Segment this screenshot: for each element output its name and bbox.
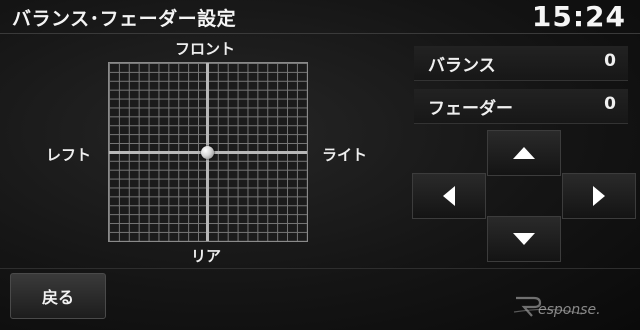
- fader-front-button[interactable]: [487, 130, 561, 176]
- fader-rear-button[interactable]: [487, 216, 561, 262]
- clock: 15:24: [531, 0, 626, 33]
- header-divider: [0, 33, 640, 34]
- left-label: レフト: [46, 146, 92, 164]
- balance-fader-screen: バランス･フェーダー設定 15:24 フロント リア レフト ライト バランス …: [0, 0, 640, 330]
- fader-row: フェーダー 0: [414, 89, 628, 124]
- arrow-right-icon: [593, 186, 605, 206]
- balance-right-button[interactable]: [562, 173, 636, 219]
- fader-label: フェーダー: [428, 99, 513, 119]
- balance-value: 0: [604, 51, 616, 71]
- arrow-up-icon: [513, 147, 535, 159]
- arrow-left-icon: [443, 186, 455, 206]
- footer-divider: [0, 268, 640, 269]
- right-label: ライト: [322, 146, 368, 164]
- balance-fader-grid[interactable]: [108, 62, 308, 242]
- balance-left-button[interactable]: [412, 173, 486, 219]
- position-knob[interactable]: [201, 146, 214, 159]
- front-label: フロント: [175, 40, 236, 58]
- back-button[interactable]: 戻る: [10, 273, 106, 319]
- svg-text:esponse.: esponse.: [538, 302, 601, 318]
- fader-value: 0: [604, 94, 616, 114]
- balance-label: バランス: [428, 56, 496, 76]
- balance-row: バランス 0: [414, 46, 628, 81]
- response-watermark-logo: esponse.: [513, 296, 601, 318]
- rear-label: リア: [191, 247, 222, 265]
- page-title: バランス･フェーダー設定: [12, 8, 237, 30]
- arrow-down-icon: [513, 233, 535, 245]
